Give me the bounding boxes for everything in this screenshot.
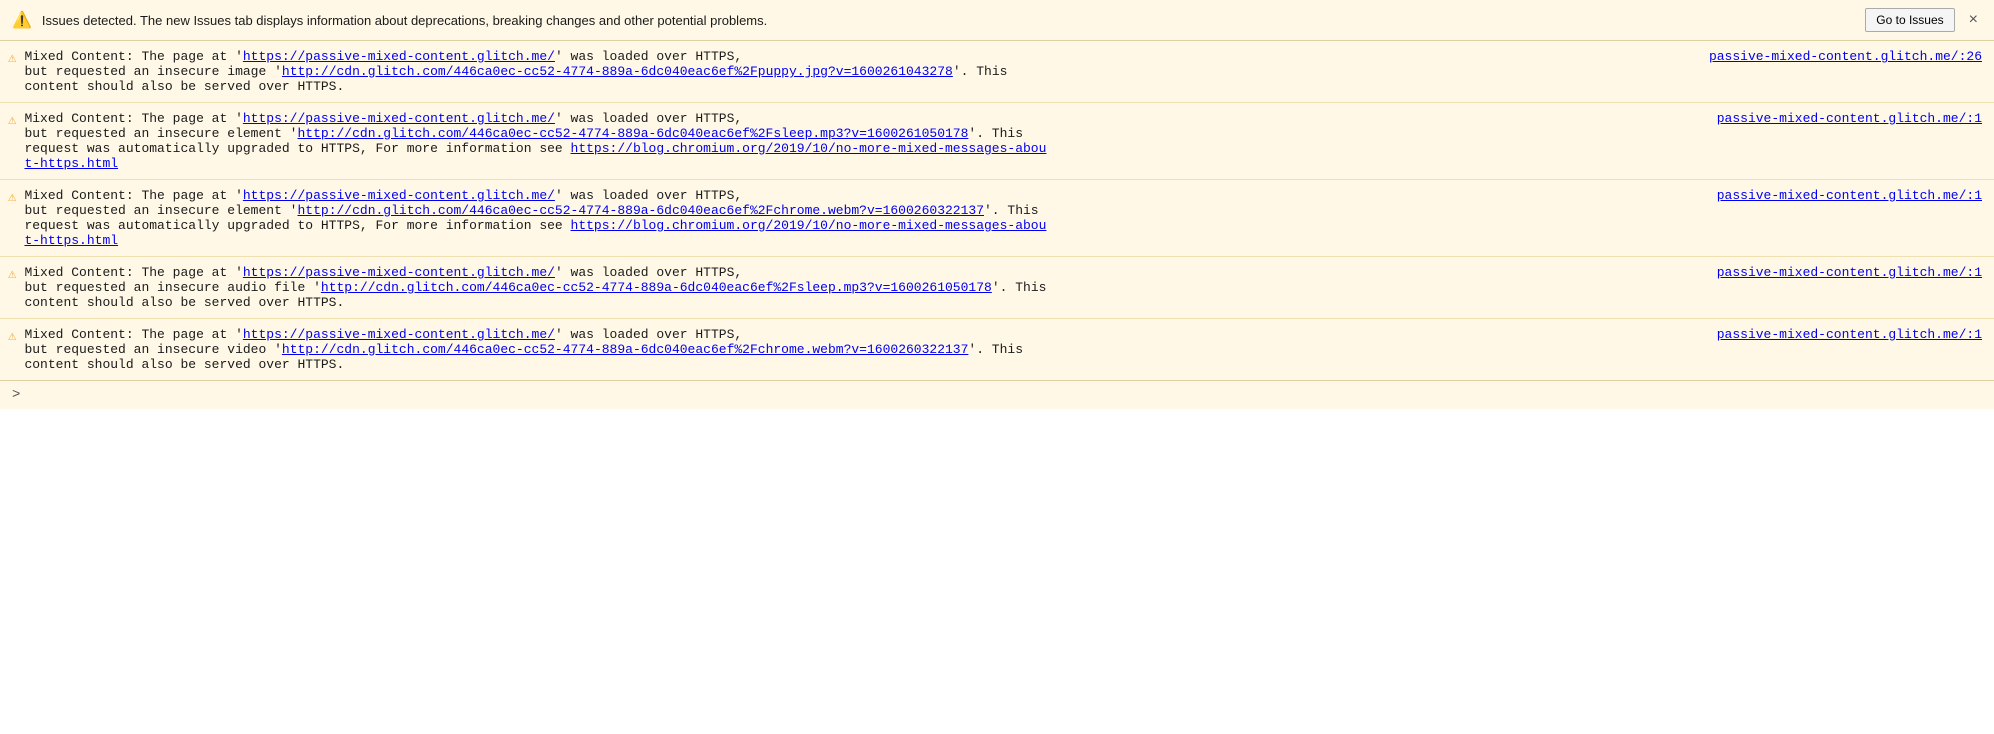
- entry-text-4b: but requested an insecure audio file 'ht…: [24, 280, 1982, 295]
- entry-text-1: Mixed Content: The page at 'https://pass…: [24, 49, 773, 64]
- page-url-link-2[interactable]: https://passive-mixed-content.glitch.me/: [243, 111, 555, 126]
- console-entry-2: ⚠ Mixed Content: The page at 'https://pa…: [0, 103, 1994, 180]
- console-entry-1: ⚠ Mixed Content: The page at 'https://pa…: [0, 41, 1994, 103]
- entry-content-4: Mixed Content: The page at 'https://pass…: [24, 265, 1982, 310]
- source-link-4[interactable]: passive-mixed-content.glitch.me/:1: [1717, 265, 1982, 280]
- source-link-5[interactable]: passive-mixed-content.glitch.me/:1: [1717, 327, 1982, 342]
- warn-icon-3: ⚠: [8, 189, 16, 206]
- console-entry-3: ⚠ Mixed Content: The page at 'https://pa…: [0, 180, 1994, 257]
- resource-link-4[interactable]: http://cdn.glitch.com/446ca0ec-cc52-4774…: [321, 280, 992, 295]
- entry-text-5: Mixed Content: The page at 'https://pass…: [24, 327, 773, 342]
- entry-text-1b: but requested an insecure image 'http://…: [24, 64, 1982, 79]
- warn-icon-1: ⚠: [8, 50, 16, 67]
- entry-text-5c: content should also be served over HTTPS…: [24, 357, 1982, 372]
- entry-text-2b: but requested an insecure element 'http:…: [24, 126, 1982, 141]
- close-icon[interactable]: ×: [1965, 11, 1982, 29]
- entry-text-4c: content should also be served over HTTPS…: [24, 295, 1982, 310]
- entry-content-3: Mixed Content: The page at 'https://pass…: [24, 188, 1982, 248]
- entry-text-4: Mixed Content: The page at 'https://pass…: [24, 265, 773, 280]
- entry-text-3d: t-https.html: [24, 233, 1982, 248]
- extra-link-2[interactable]: https://blog.chromium.org/2019/10/no-mor…: [571, 141, 1047, 156]
- chevron-right-icon[interactable]: >: [12, 387, 20, 403]
- warn-icon-2: ⚠: [8, 112, 16, 129]
- entry-text-3b: but requested an insecure element 'http:…: [24, 203, 1982, 218]
- entry-text-2: Mixed Content: The page at 'https://pass…: [24, 111, 773, 126]
- go-to-issues-button[interactable]: Go to Issues: [1865, 8, 1954, 32]
- issues-banner: ⚠️ Issues detected. The new Issues tab d…: [0, 0, 1994, 41]
- warning-icon: ⚠️: [12, 10, 32, 30]
- warn-icon-4: ⚠: [8, 266, 16, 283]
- console-entry-5: ⚠ Mixed Content: The page at 'https://pa…: [0, 319, 1994, 380]
- resource-link-2[interactable]: http://cdn.glitch.com/446ca0ec-cc52-4774…: [297, 126, 968, 141]
- entry-text-2d: t-https.html: [24, 156, 1982, 171]
- entry-content-5: Mixed Content: The page at 'https://pass…: [24, 327, 1982, 372]
- issues-banner-text: Issues detected. The new Issues tab disp…: [42, 13, 1855, 28]
- console-body: ⚠ Mixed Content: The page at 'https://pa…: [0, 41, 1994, 380]
- entry-text-3c: request was automatically upgraded to HT…: [24, 218, 1982, 233]
- page-url-link-3[interactable]: https://passive-mixed-content.glitch.me/: [243, 188, 555, 203]
- entry-content-1: Mixed Content: The page at 'https://pass…: [24, 49, 1982, 94]
- entry-text-5b: but requested an insecure video 'http://…: [24, 342, 1982, 357]
- warn-icon-5: ⚠: [8, 328, 16, 345]
- console-footer: >: [0, 380, 1994, 409]
- console-entry-4: ⚠ Mixed Content: The page at 'https://pa…: [0, 257, 1994, 319]
- entry-content-2: Mixed Content: The page at 'https://pass…: [24, 111, 1982, 171]
- page-url-link-1[interactable]: https://passive-mixed-content.glitch.me/: [243, 49, 555, 64]
- source-link-2[interactable]: passive-mixed-content.glitch.me/:1: [1717, 111, 1982, 126]
- source-link-1[interactable]: passive-mixed-content.glitch.me/:26: [1709, 49, 1982, 64]
- resource-link-1[interactable]: http://cdn.glitch.com/446ca0ec-cc52-4774…: [282, 64, 953, 79]
- page-url-link-5[interactable]: https://passive-mixed-content.glitch.me/: [243, 327, 555, 342]
- page-url-link-4[interactable]: https://passive-mixed-content.glitch.me/: [243, 265, 555, 280]
- entry-text-2c: request was automatically upgraded to HT…: [24, 141, 1982, 156]
- resource-link-3[interactable]: http://cdn.glitch.com/446ca0ec-cc52-4774…: [297, 203, 984, 218]
- extra-link-2b[interactable]: t-https.html: [24, 156, 118, 171]
- source-link-3[interactable]: passive-mixed-content.glitch.me/:1: [1717, 188, 1982, 203]
- extra-link-3[interactable]: https://blog.chromium.org/2019/10/no-mor…: [571, 218, 1047, 233]
- resource-link-5[interactable]: http://cdn.glitch.com/446ca0ec-cc52-4774…: [282, 342, 969, 357]
- extra-link-3b[interactable]: t-https.html: [24, 233, 118, 248]
- entry-text-1c: content should also be served over HTTPS…: [24, 79, 1982, 94]
- entry-text-3: Mixed Content: The page at 'https://pass…: [24, 188, 773, 203]
